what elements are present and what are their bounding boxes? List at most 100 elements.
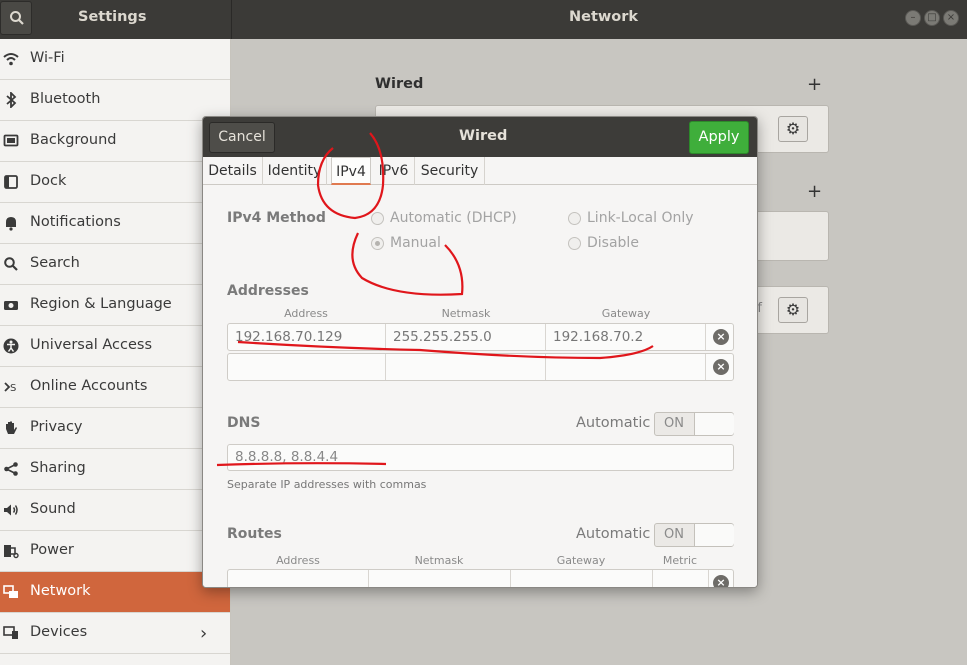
- tab-details[interactable]: Details: [203, 157, 263, 185]
- sidebar-item-wifi[interactable]: Wi-Fi: [0, 39, 230, 80]
- maximize-button[interactable]: □: [924, 10, 940, 26]
- sidebar-item-power[interactable]: Power: [0, 531, 230, 572]
- col-header-address: Address: [284, 307, 328, 320]
- sidebar-item-label: Privacy: [30, 419, 83, 435]
- wifi-icon: [2, 51, 20, 69]
- sidebar-item-dock[interactable]: Dock: [0, 162, 230, 203]
- col-header-metric: Metric: [662, 554, 698, 567]
- search-button[interactable]: [0, 1, 32, 35]
- address-row: ×: [227, 353, 734, 381]
- close-button[interactable]: ×: [943, 10, 959, 26]
- delete-row-icon[interactable]: ×: [713, 359, 729, 375]
- radio-label: Automatic (DHCP): [390, 210, 517, 226]
- radio-automatic-dhcp[interactable]: Automatic (DHCP): [371, 210, 517, 226]
- proxy-settings-gear-icon[interactable]: ⚙: [778, 297, 808, 323]
- dialog-header: Cancel Wired Apply: [203, 117, 757, 157]
- route-address-input[interactable]: [228, 570, 369, 587]
- wired-section-title: Wired: [375, 76, 424, 92]
- sidebar-item-sharing[interactable]: Sharing: [0, 449, 230, 490]
- page-title: Network: [569, 9, 639, 25]
- sidebar-item-devices[interactable]: Devices ›: [0, 613, 230, 654]
- sidebar-item-label: Notifications: [30, 214, 121, 230]
- tab-identity[interactable]: Identity: [263, 157, 327, 185]
- address-row: 192.168.70.129 255.255.255.0 192.168.70.…: [227, 323, 734, 351]
- sidebar-item-label: Sharing: [30, 460, 86, 476]
- add-connection-plus-icon[interactable]: +: [807, 74, 822, 95]
- power-icon: [2, 543, 20, 561]
- radio-disable[interactable]: Disable: [568, 235, 639, 251]
- route-gateway-input[interactable]: [511, 570, 653, 587]
- col-header-gateway: Gateway: [556, 554, 606, 567]
- toggle-state: ON: [664, 416, 684, 431]
- tab-ipv4[interactable]: IPv4: [331, 157, 371, 185]
- app-title: Settings: [78, 9, 147, 25]
- radio-indicator: [568, 211, 581, 225]
- sidebar: Wi-Fi Bluetooth Background Dock Notifica…: [0, 39, 231, 665]
- sidebar-item-label: Wi-Fi: [30, 50, 65, 66]
- dns-input[interactable]: 8.8.8.8, 8.8.4.4: [227, 444, 734, 471]
- sidebar-item-label: Universal Access: [30, 337, 153, 353]
- netmask-input[interactable]: 255.255.255.0: [386, 324, 546, 350]
- sidebar-item-region-language[interactable]: Region & Language: [0, 285, 230, 326]
- tab-ipv6[interactable]: IPv6: [373, 157, 415, 185]
- dialog-tabs: Details Identity IPv4 IPv6 Security: [203, 157, 757, 185]
- sidebar-item-label: Region & Language: [30, 296, 172, 312]
- route-row: ×: [227, 569, 734, 587]
- background-icon: [2, 133, 20, 151]
- dns-automatic-toggle[interactable]: ON: [654, 412, 734, 436]
- radio-manual[interactable]: Manual: [371, 235, 441, 251]
- delete-row-icon[interactable]: ×: [713, 575, 729, 587]
- sidebar-item-label: Network: [30, 583, 91, 599]
- wired-settings-gear-icon[interactable]: ⚙: [778, 116, 808, 142]
- route-metric-input[interactable]: [653, 570, 709, 587]
- sidebar-item-label: Search: [30, 255, 80, 271]
- sidebar-item-notifications[interactable]: Notifications: [0, 203, 230, 244]
- radio-link-local[interactable]: Link-Local Only: [568, 210, 694, 226]
- sidebar-item-online-accounts[interactable]: S Online Accounts: [0, 367, 230, 408]
- sidebar-item-search[interactable]: Search: [0, 244, 230, 285]
- route-netmask-input[interactable]: [369, 570, 511, 587]
- sidebar-item-universal-access[interactable]: Universal Access: [0, 326, 230, 367]
- apply-button[interactable]: Apply: [689, 121, 749, 154]
- cancel-button[interactable]: Cancel: [209, 122, 275, 153]
- radio-indicator: [568, 236, 581, 250]
- wired-dialog: Cancel Wired Apply Details Identity IPv4…: [202, 116, 758, 588]
- address-input[interactable]: 192.168.70.129: [228, 324, 386, 350]
- netmask-input[interactable]: [386, 354, 546, 380]
- sidebar-item-privacy[interactable]: Privacy: [0, 408, 230, 449]
- dns-label: DNS: [227, 415, 261, 431]
- col-header-address: Address: [276, 554, 320, 567]
- toggle-knob: [694, 413, 734, 435]
- minimize-button[interactable]: –: [905, 10, 921, 26]
- speaker-icon: [2, 502, 20, 520]
- search-icon: [10, 11, 24, 25]
- sidebar-item-label: Devices: [30, 624, 88, 640]
- title-separator: [231, 0, 232, 39]
- hand-icon: [2, 420, 20, 438]
- sidebar-item-bluetooth[interactable]: Bluetooth: [0, 80, 230, 121]
- sidebar-item-label: Sound: [30, 501, 76, 517]
- bluetooth-icon: [2, 90, 20, 110]
- share-icon: [2, 461, 20, 479]
- chevron-right-icon: ›: [200, 623, 208, 644]
- gateway-input[interactable]: [546, 354, 706, 380]
- addresses-label: Addresses: [227, 283, 309, 299]
- accounts-icon: S: [2, 379, 20, 397]
- gateway-input[interactable]: 192.168.70.2: [546, 324, 706, 350]
- routes-automatic-toggle[interactable]: ON: [654, 523, 734, 547]
- routes-automatic-label: Automatic: [576, 526, 651, 542]
- sidebar-item-sound[interactable]: Sound: [0, 490, 230, 531]
- add-vpn-plus-icon[interactable]: +: [807, 181, 822, 202]
- sidebar-item-network[interactable]: Network: [0, 572, 230, 613]
- sidebar-item-background[interactable]: Background: [0, 121, 230, 162]
- delete-row-icon[interactable]: ×: [713, 329, 729, 345]
- radio-indicator: [371, 236, 384, 250]
- ipv4-method-label: IPv4 Method: [227, 210, 326, 226]
- title-bar: Settings Network – □ ×: [0, 0, 967, 39]
- tab-security[interactable]: Security: [415, 157, 485, 185]
- camera-icon: [2, 297, 20, 315]
- col-header-gateway: Gateway: [601, 307, 651, 320]
- address-input[interactable]: [228, 354, 386, 380]
- col-header-netmask: Netmask: [441, 307, 491, 320]
- sidebar-item-label: Bluetooth: [30, 91, 101, 107]
